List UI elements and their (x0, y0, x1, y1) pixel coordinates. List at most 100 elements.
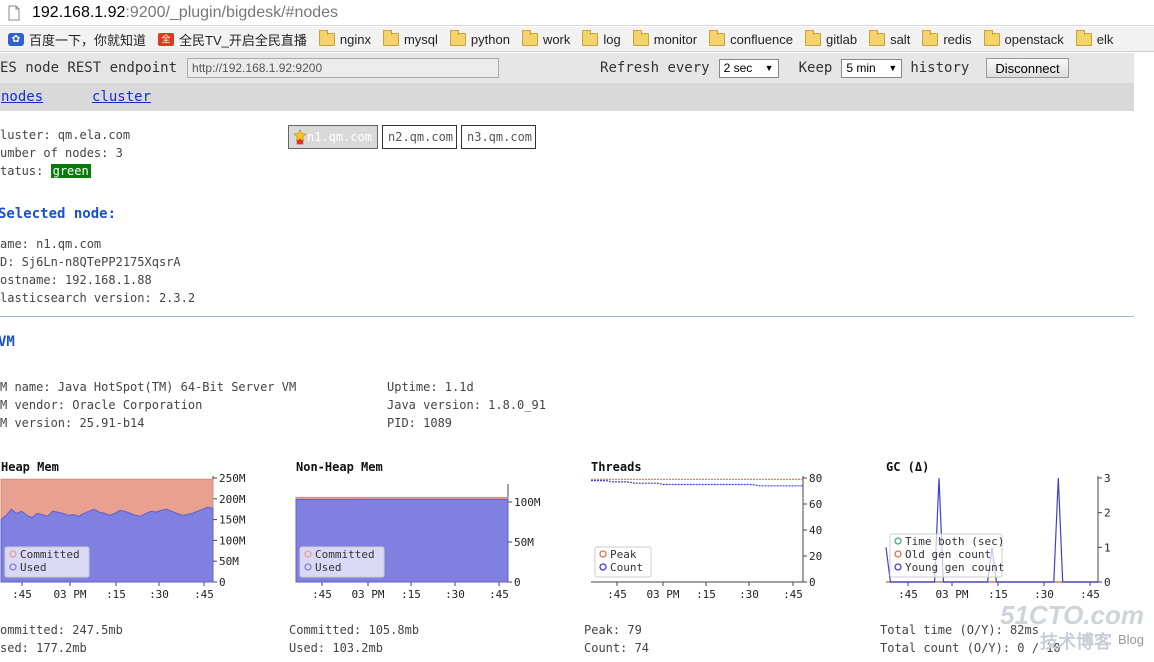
folder-icon (521, 29, 538, 46)
legend-label: Committed (20, 548, 80, 561)
x-tick-label: 03 PM (351, 588, 384, 601)
x-tick-label: 03 PM (935, 588, 968, 601)
bookmark-item[interactable]: confluence (709, 29, 793, 47)
bookmark-item[interactable]: salt (869, 29, 910, 47)
history-label: history (910, 60, 970, 76)
x-tick-label: :30 (739, 588, 759, 601)
bookmark-item[interactable]: 全全民TV_开启全民直播 (158, 30, 307, 49)
y-tick-label: 40 (809, 524, 822, 537)
y-tick-label: 3 (1104, 472, 1111, 485)
bookmark-label: python (470, 31, 510, 47)
tabs-bar: nodes cluster (0, 83, 1134, 111)
legend-label: Count (610, 561, 643, 574)
page-icon (8, 5, 20, 20)
nonheap-committed-text: Committed: 105.8mb (289, 623, 420, 637)
bookmark-item[interactable]: work (521, 29, 570, 47)
bookmark-label: openstack (1004, 31, 1064, 47)
x-tick-label: :45 (12, 588, 32, 601)
legend-label: Old gen count (905, 548, 991, 561)
watermark-blog: Blog (1117, 632, 1144, 647)
bookmark-label: log (603, 31, 621, 47)
jvm-name: M name: Java HotSpot(TM) 64-Bit Server V… (0, 380, 297, 394)
legend-label: Committed (315, 548, 375, 561)
endpoint-label: ES node REST endpoint (0, 60, 178, 76)
bookmark-item[interactable]: elk (1075, 29, 1114, 47)
folder-icon (449, 29, 466, 46)
jvm-pid: PID: 1089 (387, 416, 453, 430)
selected-node-heading: Selected node: (0, 206, 117, 222)
watermark: 51CTO.com 技术博客 Blog (1000, 602, 1144, 654)
jvm-version: M version: 25.91-b14 (0, 416, 145, 430)
refresh-select[interactable]: 2 sec ▼ (718, 58, 779, 78)
x-tick-label: 03 PM (53, 588, 86, 601)
star-icon (294, 129, 306, 145)
y-tick-label: 100M (514, 496, 541, 509)
bookmark-label: redis (943, 31, 972, 47)
x-tick-label: :15 (106, 588, 126, 601)
bookmark-item[interactable]: gitlab (805, 29, 858, 47)
disconnect-button[interactable]: Disconnect (986, 58, 1069, 78)
node-button-n1[interactable]: n1.qm.com (288, 125, 378, 149)
tab-cluster[interactable]: cluster (92, 89, 151, 105)
endpoint-input[interactable] (187, 58, 500, 78)
threads-count-text: Count: 74 (584, 641, 650, 655)
y-tick-label: 1 (1104, 541, 1111, 554)
jvm-vendor: M vendor: Oracle Corporation (0, 398, 203, 412)
jvm-heading: VM (0, 334, 15, 350)
bookmark-item[interactable]: python (449, 29, 510, 47)
heap-used-text: sed: 177.2mb (0, 641, 87, 655)
bookmark-item[interactable]: ✿ 百度一下，你就知道 (8, 30, 146, 49)
bookmark-item[interactable]: redis (922, 29, 972, 47)
legend-label: Used (20, 561, 47, 574)
nonheap-used-text: Used: 103.2mb (289, 641, 383, 655)
x-tick-label: :45 (607, 588, 627, 601)
watermark-brand: 51CTO.com (999, 600, 1144, 630)
bookmark-label: 全民TV_开启全民直播 (179, 32, 307, 48)
y-tick-label: 50M (514, 536, 534, 549)
node-button-n2[interactable]: n2.qm.com (382, 125, 457, 149)
keep-select[interactable]: 5 min ▼ (841, 58, 903, 78)
refresh-label: Refresh every (600, 60, 710, 76)
chevron-down-icon: ▼ (888, 63, 898, 73)
url-text[interactable]: 192.168.1.92:9200/_plugin/bigdesk/#nodes (32, 4, 338, 22)
bookmark-item[interactable]: nginx (318, 29, 371, 47)
node-button-n3[interactable]: n3.qm.com (461, 125, 536, 149)
series-line (591, 480, 803, 487)
node-hostname: ostname: 192.168.1.88 (0, 273, 152, 287)
bookmark-label: gitlab (826, 31, 858, 47)
x-tick-label: 03 PM (646, 588, 679, 601)
folder-icon (382, 29, 399, 46)
folder-icon (632, 29, 649, 46)
bookmark-label: mysql (403, 31, 438, 47)
cluster-status: tatus: green (0, 164, 91, 178)
chevron-down-icon: ▼ (764, 63, 774, 73)
bookmark-label: nginx (339, 31, 371, 47)
keep-label: Keep (798, 60, 833, 76)
cluster-node-count: umber of nodes: 3 (0, 146, 123, 160)
watermark-sub: 技术博客 (1039, 632, 1112, 652)
folder-icon (922, 29, 939, 46)
folder-icon (582, 29, 599, 46)
x-tick-label: :45 (783, 588, 803, 601)
folder-icon (318, 29, 335, 46)
node-name: ame: n1.qm.com (0, 237, 102, 251)
bookmark-item[interactable]: openstack (983, 29, 1064, 47)
bookmark-label: elk (1096, 31, 1114, 47)
paw-icon: ✿ (8, 32, 24, 46)
cluster-name: luster: qm.ela.com (0, 128, 131, 142)
x-tick-label: :15 (401, 588, 421, 601)
threads-peak-text: Peak: 79 (584, 623, 642, 637)
folder-icon (1075, 29, 1092, 46)
bookmark-item[interactable]: log (582, 29, 621, 47)
tab-nodes[interactable]: nodes (1, 89, 43, 105)
bookmark-item[interactable]: monitor (632, 29, 697, 47)
y-tick-label: 200M (219, 493, 246, 506)
legend-label: Time both (sec) (905, 535, 1004, 548)
folder-icon (983, 29, 1000, 46)
tv-icon: 全 (158, 32, 175, 46)
bookmark-item[interactable]: mysql (382, 29, 438, 47)
x-tick-label: :30 (445, 588, 465, 601)
charts-area: 050M100M150M200M250M:45 03 PM:15:30:45Com… (0, 472, 1111, 601)
x-tick-label: :45 (898, 588, 918, 601)
address-bar[interactable]: 192.168.1.92:9200/_plugin/bigdesk/#nodes (0, 0, 1154, 26)
